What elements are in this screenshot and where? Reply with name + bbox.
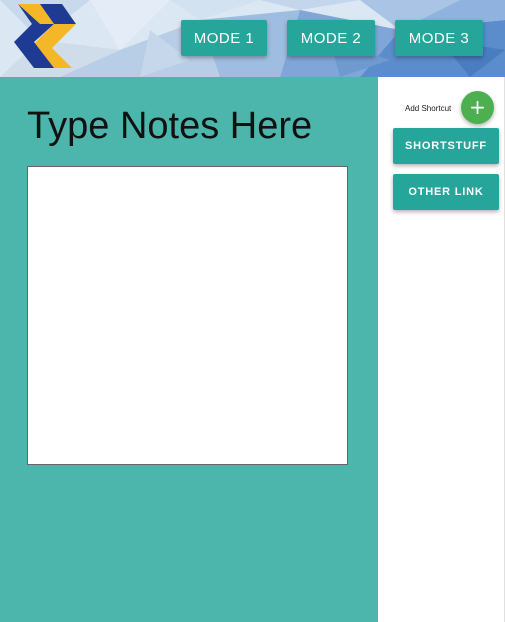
mode-2-button[interactable]: MODE 2 [287,20,375,56]
add-shortcut-button[interactable]: + [461,91,494,124]
header-banner: MODE 1 MODE 2 MODE 3 [0,0,505,77]
notes-textarea[interactable] [27,166,348,465]
shortcuts-sidebar: Add Shortcut + SHORTSTUFF OTHER LINK [378,77,505,622]
app-logo [14,4,76,68]
mode-1-button[interactable]: MODE 1 [181,20,267,56]
add-shortcut-label: Add Shortcut [405,104,452,113]
shortcut-shortstuff-button[interactable]: SHORTSTUFF [393,128,499,164]
mode-3-button[interactable]: MODE 3 [395,20,483,56]
notes-panel: Type Notes Here [0,77,378,622]
shortcut-other-link-button[interactable]: OTHER LINK [393,174,499,210]
notes-title: Type Notes Here [27,105,313,147]
plus-icon: + [469,95,486,119]
